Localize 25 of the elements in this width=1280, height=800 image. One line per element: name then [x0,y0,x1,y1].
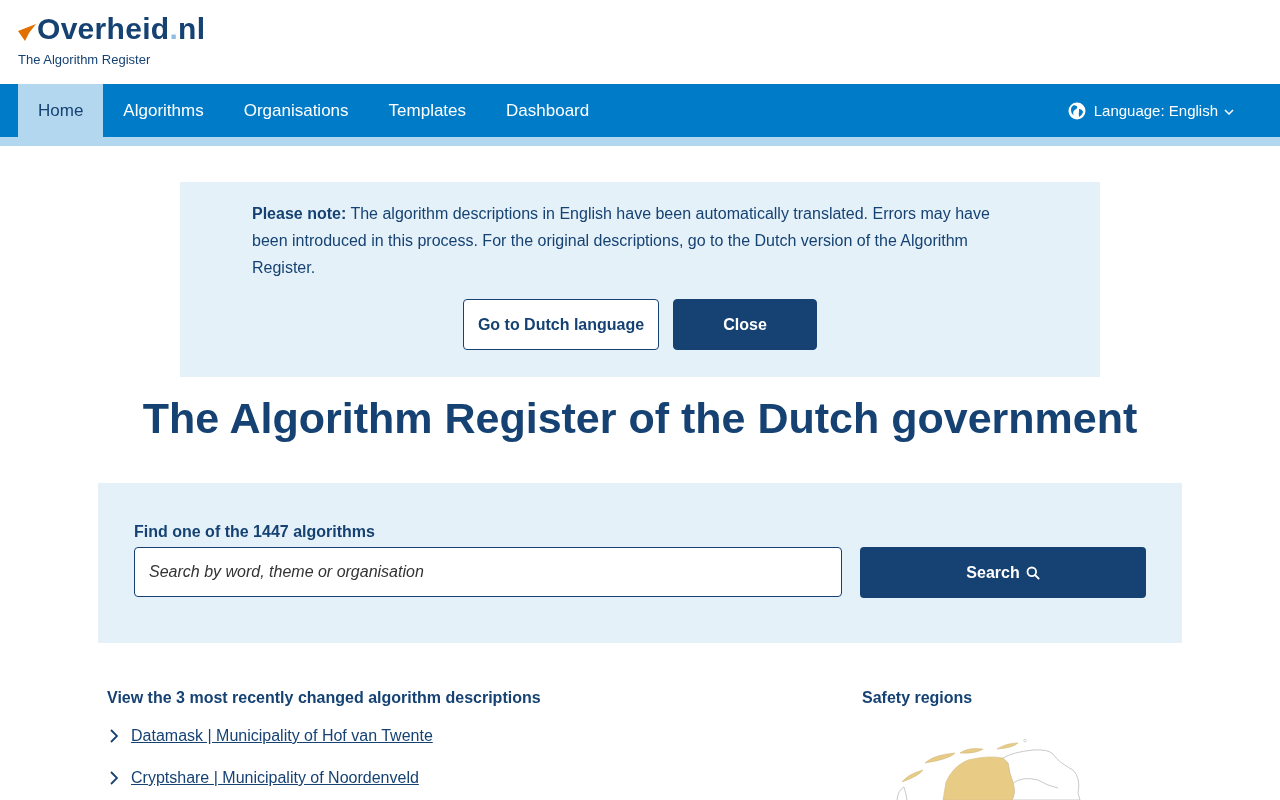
nav-tab[interactable]: Dashboard [486,84,610,137]
map-heading: Safety regions [862,688,973,708]
chevron-right-icon [110,771,118,785]
arrow-icon [18,23,36,41]
nav-tab[interactable]: Home [18,84,104,137]
nav-tab[interactable]: Algorithms [103,84,224,137]
dutch-language-button[interactable]: Go to Dutch language [462,299,660,350]
globe-icon [1067,101,1086,120]
page-title: The Algorithm Register of the Dutch government [142,394,1138,442]
algorithm-link[interactable]: Cryptshare | Municipality of Noordenveld [131,767,419,789]
site-logo[interactable]: Overheid.nl [37,12,206,46]
notice-text: Please note: The algorithm descriptions in English have been automatically translated. Errors may have been introduced in this process. For the original descriptions, go to the Dutch version of the Algorithm Register. [252,204,991,278]
site-subtitle: The Algorithm Register [18,52,151,68]
language-selector[interactable]: Language: English [1067,101,1234,120]
chevron-right-icon [110,729,118,743]
search-icon [1025,565,1040,580]
close-button[interactable]: Close [673,299,818,350]
search-label: Find one of the 1447 algorithms [134,522,375,542]
chevron-down-icon [1224,108,1234,115]
search-field[interactable]: Search by word, theme or organisation [134,547,842,597]
recent-heading: View the 3 most recently changed algorithm descriptions [107,688,541,708]
search-button[interactable]: Search [860,547,1146,598]
nav-tab[interactable]: Templates [368,84,487,137]
algorithm-link[interactable]: Datamask | Municipality of Hof van Twente [131,725,433,747]
nav-tab[interactable]: Organisations [223,84,369,137]
